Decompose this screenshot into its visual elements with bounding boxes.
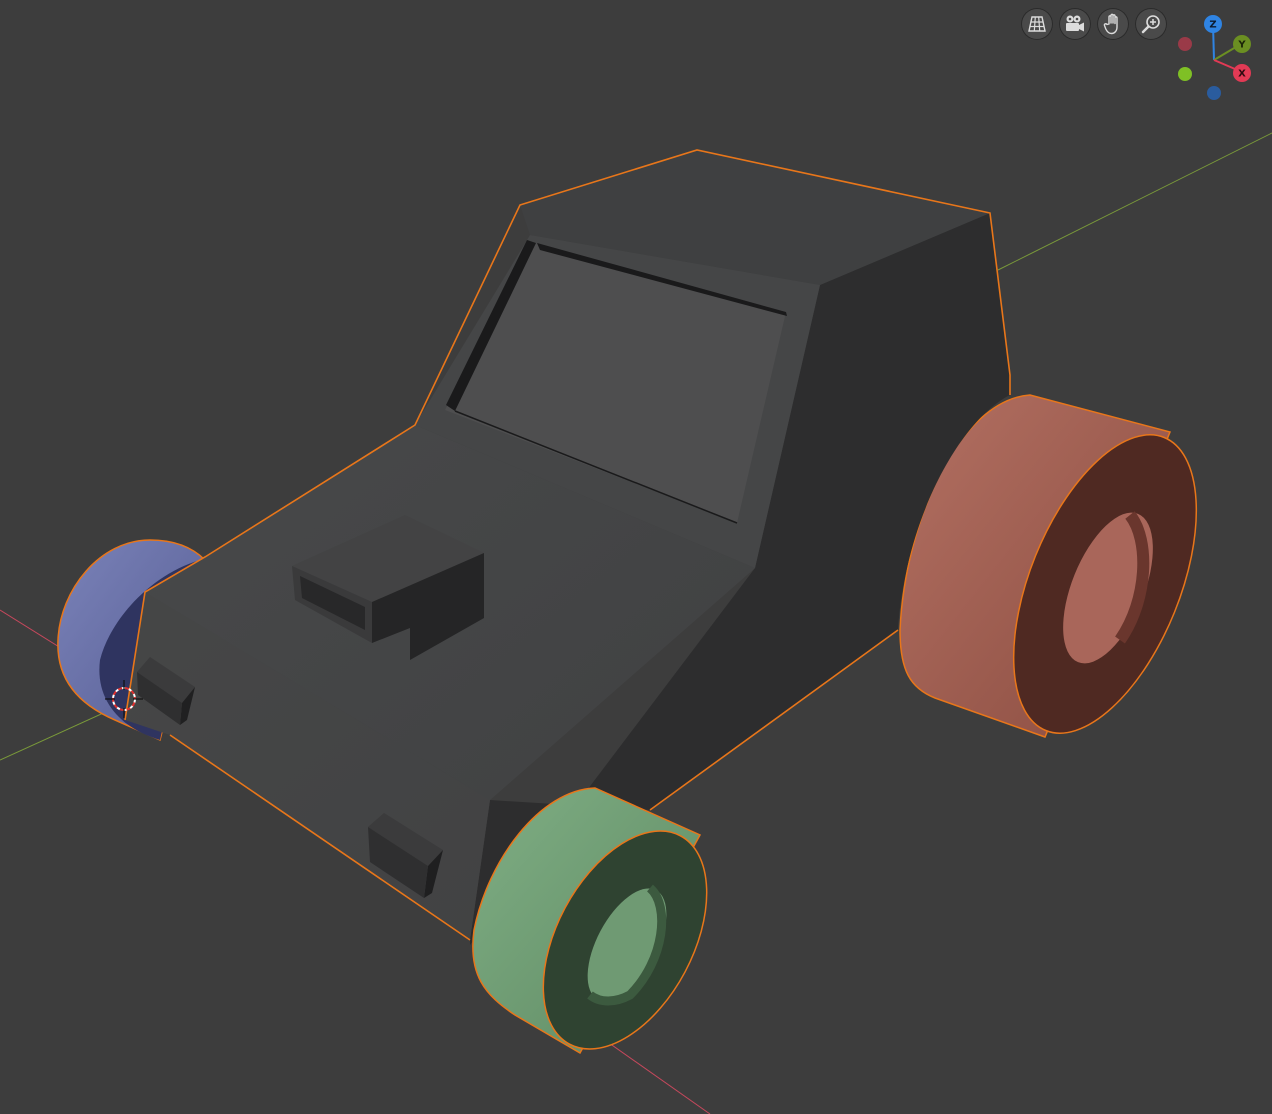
gizmo-z[interactable]: Z — [1204, 15, 1222, 33]
hand-pan-icon — [1103, 13, 1123, 35]
gizmo-neg-y[interactable] — [1178, 67, 1192, 81]
zoom-view-button[interactable] — [1135, 8, 1167, 40]
perspective-grid-icon — [1027, 14, 1047, 34]
pan-view-button[interactable] — [1097, 8, 1129, 40]
camera-view-icon — [1064, 14, 1086, 34]
navigation-gizmo[interactable]: Z Y X — [1170, 8, 1266, 104]
svg-text:Z: Z — [1209, 20, 1216, 31]
toggle-perspective-button[interactable] — [1021, 8, 1053, 40]
scene-canvas[interactable] — [0, 0, 1272, 1114]
zoom-magnifier-icon — [1141, 14, 1161, 34]
gizmo-neg-z[interactable] — [1207, 86, 1221, 100]
y-axis-line-far — [997, 132, 1272, 271]
gizmo-x[interactable]: X — [1233, 64, 1251, 82]
svg-text:Y: Y — [1237, 40, 1246, 51]
gizmo-neg-x[interactable] — [1178, 37, 1192, 51]
3d-viewport[interactable]: Z Y X — [0, 0, 1272, 1114]
camera-view-button[interactable] — [1059, 8, 1091, 40]
gizmo-y[interactable]: Y — [1233, 35, 1251, 53]
svg-text:X: X — [1238, 69, 1246, 80]
